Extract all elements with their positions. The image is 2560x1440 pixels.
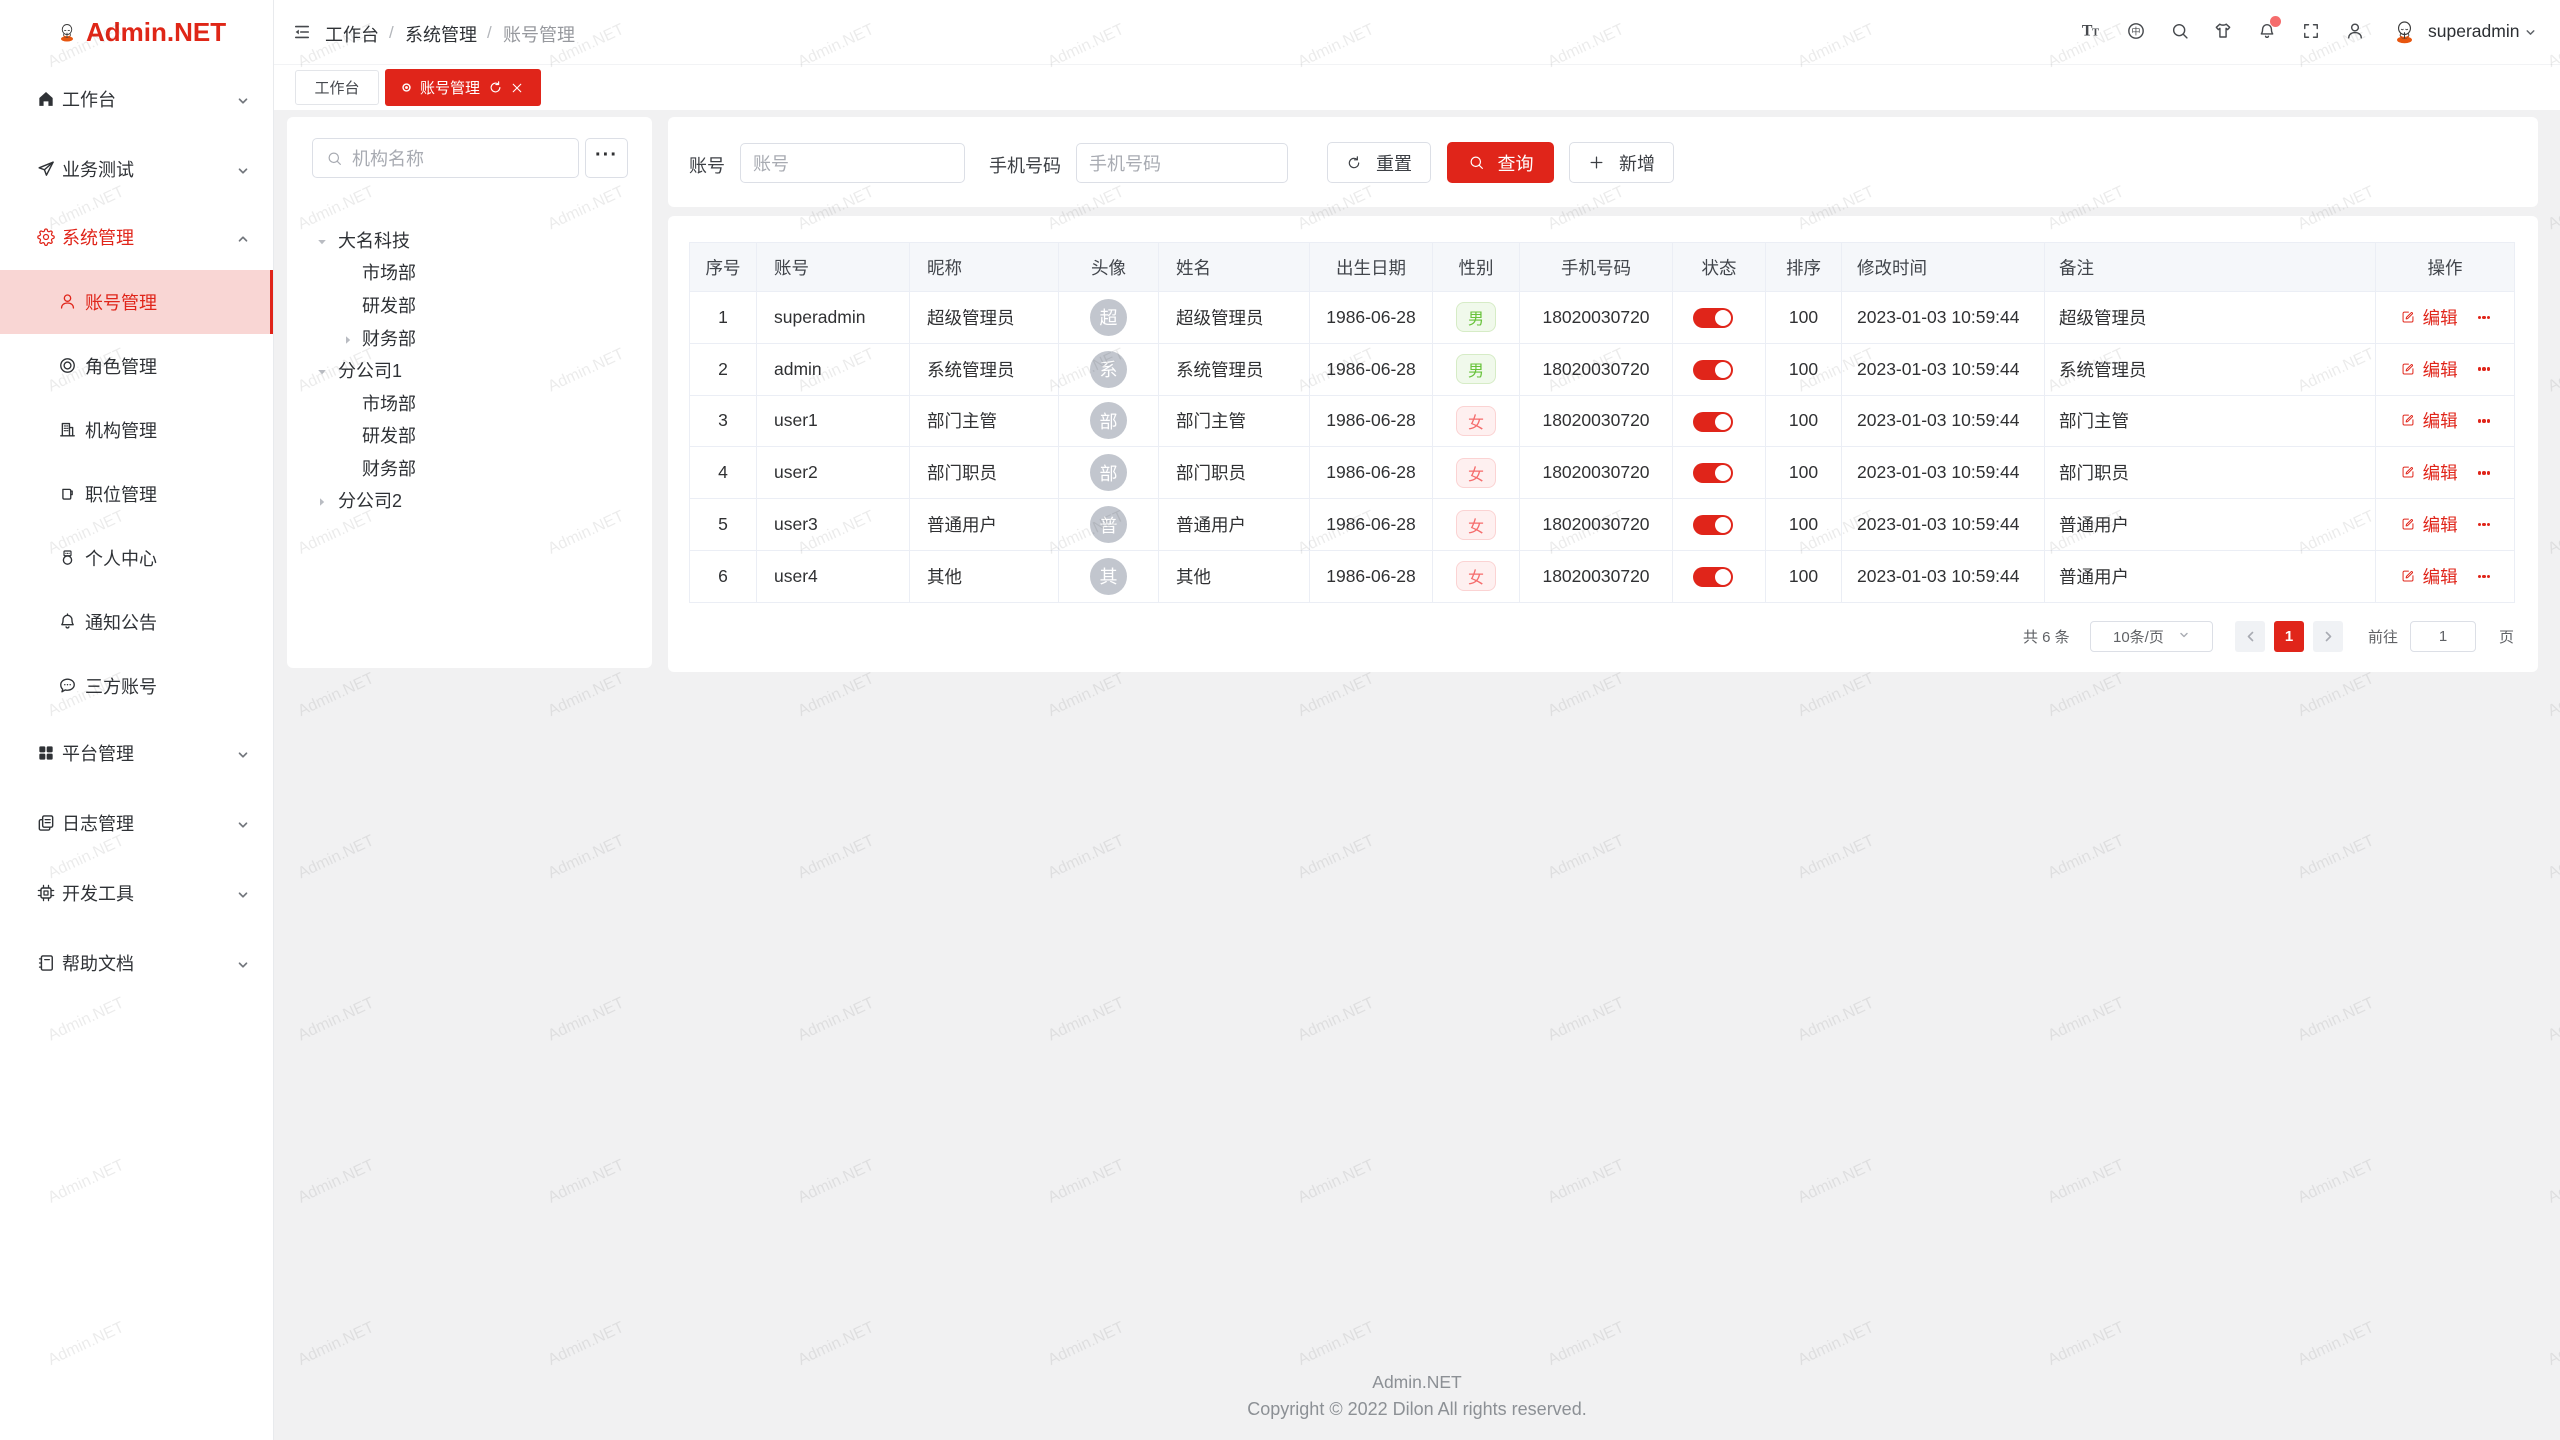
svg-text:Admin.NET: Admin.NET <box>1045 670 1127 720</box>
svg-text:Admin.NET: Admin.NET <box>1295 670 1377 720</box>
svg-text:Admin.NET: Admin.NET <box>795 994 877 1044</box>
svg-text:Admin.NET: Admin.NET <box>2545 670 2560 720</box>
svg-text:Admin.NET: Admin.NET <box>1795 994 1877 1044</box>
svg-text:Admin.NET: Admin.NET <box>1545 1319 1627 1369</box>
svg-text:Admin.NET: Admin.NET <box>2545 832 2560 882</box>
svg-text:Admin.NET: Admin.NET <box>1295 832 1377 882</box>
svg-text:Admin.NET: Admin.NET <box>795 1319 877 1369</box>
svg-text:Admin.NET: Admin.NET <box>1045 1157 1127 1207</box>
svg-text:Admin.NET: Admin.NET <box>2545 1319 2560 1369</box>
svg-text:Admin.NET: Admin.NET <box>2045 1319 2127 1369</box>
svg-text:Admin.NET: Admin.NET <box>1795 670 1877 720</box>
svg-text:Admin.NET: Admin.NET <box>2295 670 2377 720</box>
svg-text:Admin.NET: Admin.NET <box>295 994 377 1044</box>
svg-text:Admin.NET: Admin.NET <box>295 832 377 882</box>
svg-text:Admin.NET: Admin.NET <box>1545 994 1627 1044</box>
svg-text:Admin.NET: Admin.NET <box>545 1319 627 1369</box>
svg-text:Admin.NET: Admin.NET <box>1795 832 1877 882</box>
svg-text:Admin.NET: Admin.NET <box>1045 832 1127 882</box>
svg-text:Admin.NET: Admin.NET <box>1295 994 1377 1044</box>
svg-text:Admin.NET: Admin.NET <box>2045 670 2127 720</box>
svg-text:Admin.NET: Admin.NET <box>795 1157 877 1207</box>
svg-text:Admin.NET: Admin.NET <box>2045 1157 2127 1207</box>
svg-text:Admin.NET: Admin.NET <box>2045 994 2127 1044</box>
svg-text:Admin.NET: Admin.NET <box>1545 1157 1627 1207</box>
svg-text:Admin.NET: Admin.NET <box>1545 832 1627 882</box>
svg-text:Admin.NET: Admin.NET <box>545 1157 627 1207</box>
svg-text:Admin.NET: Admin.NET <box>295 1319 377 1369</box>
svg-text:Admin.NET: Admin.NET <box>2295 832 2377 882</box>
svg-text:Admin.NET: Admin.NET <box>1545 670 1627 720</box>
svg-text:Admin.NET: Admin.NET <box>545 832 627 882</box>
svg-text:Admin.NET: Admin.NET <box>295 1157 377 1207</box>
svg-text:Admin.NET: Admin.NET <box>2545 994 2560 1044</box>
svg-text:Admin.NET: Admin.NET <box>545 670 627 720</box>
svg-text:Admin.NET: Admin.NET <box>795 670 877 720</box>
svg-text:Admin.NET: Admin.NET <box>2295 1319 2377 1369</box>
svg-text:中: 中 <box>2131 23 2140 37</box>
svg-text:Admin.NET: Admin.NET <box>1295 1319 1377 1369</box>
svg-text:Admin.NET: Admin.NET <box>295 670 377 720</box>
svg-text:Admin.NET: Admin.NET <box>2545 345 2560 395</box>
svg-text:Admin.NET: Admin.NET <box>1795 1157 1877 1207</box>
svg-text:Admin.NET: Admin.NET <box>2545 1157 2560 1207</box>
svg-text:Admin.NET: Admin.NET <box>1045 994 1127 1044</box>
svg-text:Admin.NET: Admin.NET <box>2545 183 2560 233</box>
svg-text:Admin.NET: Admin.NET <box>2295 994 2377 1044</box>
svg-text:Admin.NET: Admin.NET <box>2045 832 2127 882</box>
svg-text:Admin.NET: Admin.NET <box>545 994 627 1044</box>
svg-text:Admin.NET: Admin.NET <box>1295 1157 1377 1207</box>
svg-text:Admin.NET: Admin.NET <box>2545 508 2560 558</box>
svg-text:Admin.NET: Admin.NET <box>795 832 877 882</box>
svg-text:Admin.NET: Admin.NET <box>1795 1319 1877 1369</box>
svg-text:Admin.NET: Admin.NET <box>2295 1157 2377 1207</box>
svg-text:T: T <box>2092 27 2100 39</box>
svg-text:Admin.NET: Admin.NET <box>1045 1319 1127 1369</box>
